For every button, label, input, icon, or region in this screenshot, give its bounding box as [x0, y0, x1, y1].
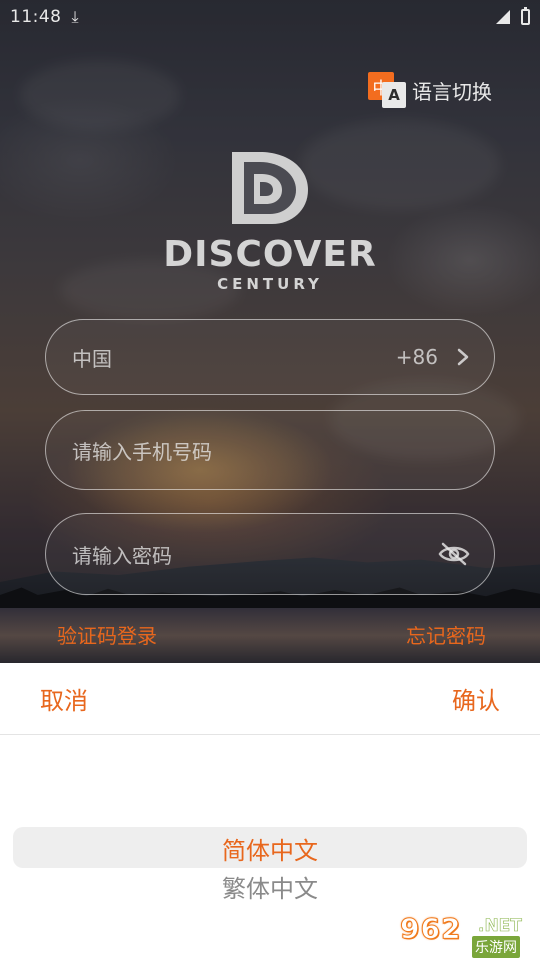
cancel-button[interactable]: 取消 [40, 681, 88, 716]
download-arrow-icon: ⤓ [71, 7, 79, 26]
login-links-row: 验证码登录 忘记密码 [0, 620, 540, 649]
language-switch-label: 语言切换 [412, 79, 492, 104]
app-logo: DISCOVER CENTURY [0, 150, 540, 293]
signal-icon [496, 10, 510, 24]
watermark-cn-text: 乐游网 [472, 936, 520, 958]
country-code: +86 [395, 345, 438, 369]
logo-mark-icon [232, 152, 308, 224]
password-input[interactable]: 请输入密码 [45, 513, 495, 595]
chevron-right-icon [457, 348, 469, 366]
phone-input[interactable]: 请输入手机号码 [45, 410, 495, 490]
watermark-domain: .NET [478, 916, 523, 937]
forgot-password-link[interactable]: 忘记密码 [406, 620, 486, 649]
logo-subtitle: CENTURY [217, 275, 323, 293]
eye-off-icon[interactable] [438, 542, 470, 566]
country-name: 中国 [72, 346, 112, 371]
translate-icon: 中 A [368, 72, 406, 108]
translate-icon-a: A [382, 82, 406, 108]
language-switch-button[interactable]: 中 A 语言切换 [368, 72, 492, 108]
battery-icon [521, 7, 530, 25]
site-watermark-logo: 962 .NET 乐游网 [399, 912, 536, 958]
picker-option-traditional-chinese[interactable]: 繁体中文 [0, 869, 540, 904]
sms-login-link[interactable]: 验证码登录 [57, 620, 157, 649]
watermark-number: 962 [399, 912, 462, 946]
picker-option-simplified-chinese[interactable]: 简体中文 [0, 831, 540, 866]
country-selector[interactable]: 中国 +86 [45, 319, 495, 395]
password-input-placeholder: 请输入密码 [72, 543, 172, 568]
confirm-button[interactable]: 确认 [452, 681, 500, 716]
phone-input-placeholder: 请输入手机号码 [72, 439, 212, 464]
status-time: 11:48 [10, 7, 62, 27]
logo-name: DISCOVER [163, 234, 377, 275]
status-bar: 11:48 ⤓ [0, 0, 540, 34]
picker-header: 取消 确认 [0, 663, 540, 735]
